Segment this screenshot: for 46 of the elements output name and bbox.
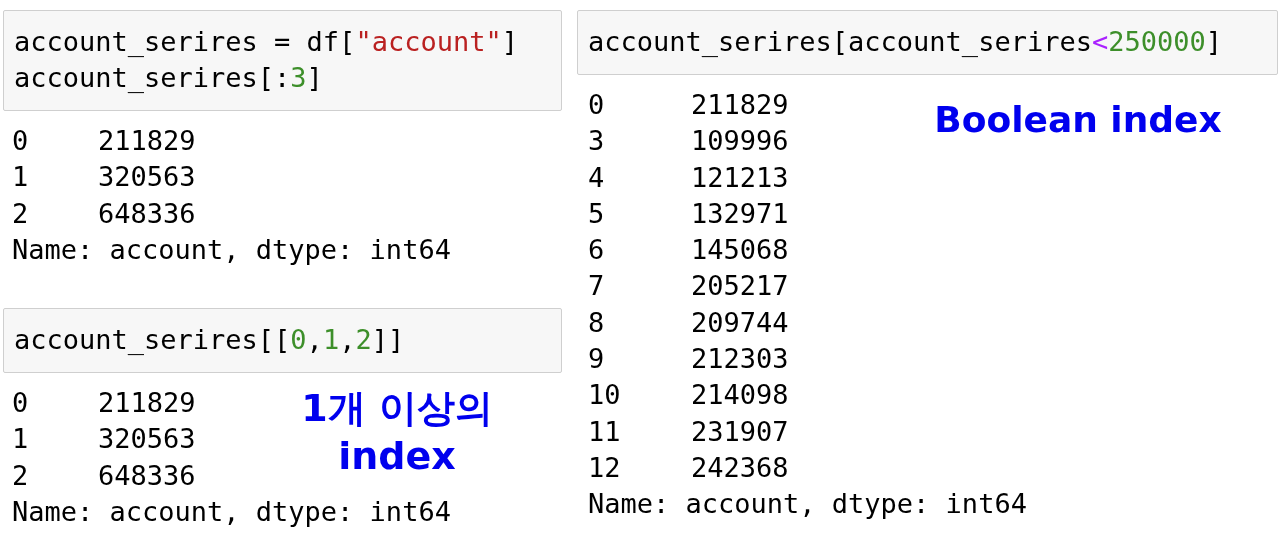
value-text: 209744 xyxy=(691,305,789,340)
index-label: 11 xyxy=(588,414,622,449)
value-text: 648336 xyxy=(98,196,196,231)
index-label: 6 xyxy=(588,233,606,268)
series-info: Name: account, dtype: int64 xyxy=(12,232,451,267)
index-label: 5 xyxy=(588,196,606,231)
value-text: 205217 xyxy=(691,269,789,304)
index-label: 0 xyxy=(12,124,30,158)
annotation-text: 1개 이상의 index xyxy=(300,385,494,480)
code-line: account_serires[:3] xyxy=(14,61,323,95)
value-text: 231907 xyxy=(691,414,789,449)
value-text: 121213 xyxy=(691,160,789,195)
value-text: 211829 xyxy=(98,124,196,158)
value-text: 109996 xyxy=(691,124,789,159)
annotation-text: Boolean index xyxy=(933,98,1223,142)
value-text: 214098 xyxy=(691,378,789,413)
index-label: 0 xyxy=(588,88,606,122)
value-text: 320563 xyxy=(98,422,196,457)
code-line: account_serires[[0,1,2]] xyxy=(14,323,405,358)
code-input-cell[interactable]: account_serires[[0,1,2]] xyxy=(3,308,562,374)
index-label: 7 xyxy=(588,269,606,304)
index-label: 1 xyxy=(12,160,30,195)
value-text: 211829 xyxy=(98,386,196,421)
value-text: 320563 xyxy=(98,160,196,195)
index-label: 0 xyxy=(12,386,30,421)
series-info: Name: account, dtype: int64 xyxy=(588,487,1027,522)
value-text: 145068 xyxy=(691,233,789,268)
code-line: account_serires = df["account"] xyxy=(14,25,518,59)
index-label: 9 xyxy=(588,342,606,377)
value-text: 648336 xyxy=(98,458,196,493)
index-label: 8 xyxy=(588,305,606,340)
series-info: Name: account, dtype: int64 xyxy=(12,495,451,530)
index-label: 10 xyxy=(588,378,622,413)
index-label: 12 xyxy=(588,450,622,485)
index-label: 4 xyxy=(588,160,606,195)
code-input-cell[interactable]: account_serires = df["account"] account_serires[:3] xyxy=(3,10,562,111)
index-label: 3 xyxy=(588,124,606,159)
value-text: 132971 xyxy=(691,196,789,231)
value-text: 211829 xyxy=(691,88,789,122)
index-label: 1 xyxy=(12,422,30,457)
index-label: 2 xyxy=(12,458,30,493)
value-text: 212303 xyxy=(691,342,789,377)
value-text: 242368 xyxy=(691,450,789,485)
code-input-cell[interactable]: account_serires[account_serires<250000] xyxy=(577,10,1278,75)
index-label: 2 xyxy=(12,196,30,231)
code-line: account_serires[account_serires<250000] xyxy=(588,25,1222,59)
